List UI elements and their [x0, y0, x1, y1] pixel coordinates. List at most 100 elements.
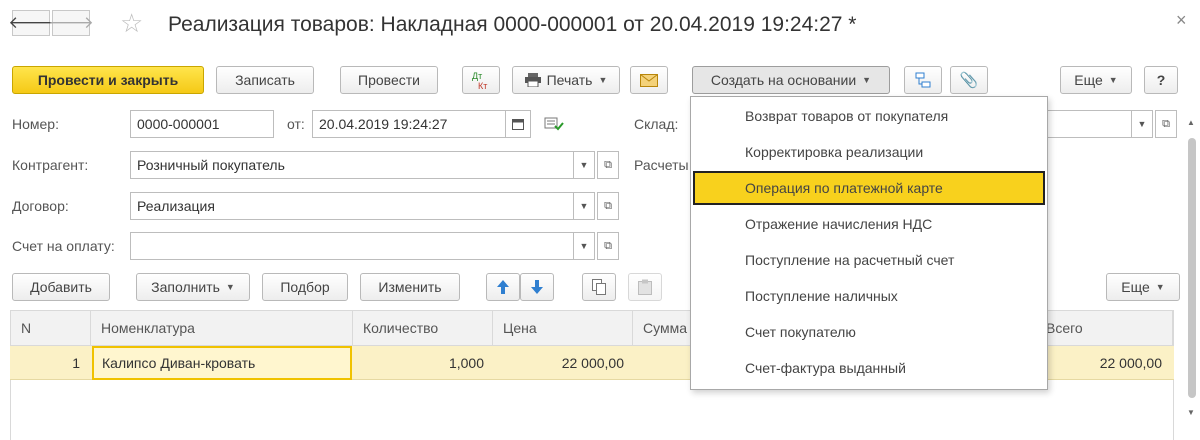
print-button[interactable]: Печать ▼	[512, 66, 620, 94]
row-quantity-cell[interactable]: 1,000	[356, 346, 484, 380]
column-header[interactable]: Цена	[493, 311, 633, 345]
dt-text: Дт	[472, 71, 482, 81]
copy-icon	[592, 279, 606, 295]
contract-field[interactable]: Реализация	[130, 192, 574, 220]
invoice-open-button[interactable]: ⧉	[597, 232, 619, 260]
contract-open-button[interactable]: ⧉	[597, 192, 619, 220]
chevron-down-icon: ▼	[1155, 282, 1165, 292]
warehouse-label: Склад:	[634, 116, 679, 132]
contract-dropdown-button[interactable]: ▼	[573, 192, 595, 220]
dt-kt-button[interactable]: Дт Кт	[462, 66, 500, 94]
open-icon: ⧉	[1162, 117, 1170, 130]
chevron-down-icon: ▼	[579, 160, 589, 170]
arrow-left-icon: 🡐	[8, 13, 54, 32]
table-more-label: Еще	[1121, 279, 1150, 295]
save-button[interactable]: Записать	[216, 66, 314, 94]
arrow-right-icon: 🡒	[48, 13, 94, 32]
invoice-dropdown-button[interactable]: ▼	[573, 232, 595, 260]
scroll-up-icon[interactable]: ▲	[1187, 118, 1195, 127]
calendar-button[interactable]	[505, 110, 531, 138]
create-based-on-label: Создать на основании	[710, 72, 857, 88]
table-more-button[interactable]: Еще ▼	[1106, 273, 1180, 301]
row-number: 1	[72, 355, 80, 371]
scroll-down-icon[interactable]: ▼	[1187, 408, 1195, 417]
move-down-button[interactable]	[520, 273, 554, 301]
structure-icon	[915, 72, 931, 88]
structure-button[interactable]	[904, 66, 942, 94]
more-label: Еще	[1074, 72, 1103, 88]
contract-label: Договор:	[12, 198, 69, 214]
envelope-icon	[640, 73, 658, 87]
forward-button[interactable]: 🡒	[48, 10, 94, 36]
invoice-label: Счет на оплату:	[12, 238, 115, 254]
kt-text: Кт	[478, 81, 487, 91]
counterparty-dropdown-button[interactable]: ▼	[573, 151, 595, 179]
date-field[interactable]: 20.04.2019 19:24:27	[312, 110, 506, 138]
row-total-cell[interactable]: 22 000,00	[1032, 346, 1162, 380]
menu-item-customer-invoice[interactable]: Счет покупателю	[693, 315, 1045, 349]
create-based-on-button[interactable]: Создать на основании ▼	[692, 66, 890, 94]
fill-label: Заполнить	[151, 279, 220, 295]
more-button[interactable]: Еще ▼	[1060, 66, 1132, 94]
star-icon[interactable]: ☆	[120, 8, 143, 38]
move-up-button[interactable]	[486, 273, 520, 301]
row-item-cell[interactable]: Калипсо Диван-кровать	[92, 346, 352, 380]
paperclip-icon: 📎	[959, 72, 979, 89]
warehouse-field[interactable]	[1048, 110, 1132, 138]
warehouse-dropdown-button[interactable]: ▼	[1131, 110, 1153, 138]
number-label: Номер:	[12, 116, 59, 132]
column-header[interactable]: Всего	[1033, 311, 1173, 345]
open-icon: ⧉	[604, 158, 612, 171]
help-button[interactable]: ?	[1144, 66, 1178, 94]
number-field[interactable]: 0000-000001	[130, 110, 274, 138]
edit-button[interactable]: Изменить	[360, 273, 460, 301]
menu-item-card-payment[interactable]: Операция по платежной карте	[693, 171, 1045, 205]
invoice-field[interactable]	[130, 232, 574, 260]
create-based-on-menu: Возврат товаров от покупателя Корректиро…	[690, 96, 1048, 390]
chevron-down-icon: ▼	[862, 75, 872, 85]
arrow-up-icon	[497, 280, 509, 294]
arrow-down-icon	[531, 280, 543, 294]
menu-item-sales-adjustment[interactable]: Корректировка реализации	[693, 135, 1045, 169]
back-button[interactable]: 🡐	[8, 10, 54, 36]
post-and-close-button[interactable]: Провести и закрыть	[12, 66, 204, 94]
column-header[interactable]: N	[11, 311, 91, 345]
window-title: Реализация товаров: Накладная 0000-00000…	[168, 13, 857, 36]
dt-kt-icon: Дт Кт	[472, 71, 487, 91]
close-icon[interactable]: ×	[1176, 10, 1187, 31]
menu-item-vat-accrual[interactable]: Отражение начисления НДС	[693, 207, 1045, 241]
pick-button[interactable]: Подбор	[262, 273, 348, 301]
menu-item-return-goods[interactable]: Возврат товаров от покупателя	[693, 99, 1045, 133]
column-header[interactable]: Количество	[353, 311, 493, 345]
column-header[interactable]: Номенклатура	[91, 311, 353, 345]
menu-item-issued-invoice[interactable]: Счет-фактура выданный	[693, 351, 1045, 385]
chevron-down-icon: ▼	[598, 75, 608, 85]
fill-button[interactable]: Заполнить ▼	[136, 273, 250, 301]
paste-icon	[638, 279, 652, 295]
scroll-thumb[interactable]	[1188, 138, 1196, 398]
menu-item-cash-receipt[interactable]: Поступление наличных	[693, 279, 1045, 313]
counterparty-open-button[interactable]: ⧉	[597, 151, 619, 179]
document-check-icon[interactable]	[544, 116, 564, 132]
copy-button[interactable]	[582, 273, 616, 301]
counterparty-field[interactable]: Розничный покупатель	[130, 151, 574, 179]
row-price-cell[interactable]: 22 000,00	[492, 346, 624, 380]
calendar-icon	[512, 119, 524, 130]
chevron-down-icon: ▼	[225, 282, 235, 292]
vertical-scrollbar[interactable]: ▲ ▼	[1186, 118, 1198, 428]
chevron-down-icon: ▼	[1108, 75, 1118, 85]
warehouse-open-button[interactable]: ⧉	[1155, 110, 1177, 138]
settlements-label: Расчеты	[634, 157, 689, 173]
chevron-down-icon: ▼	[1137, 119, 1147, 129]
paste-button[interactable]	[628, 273, 662, 301]
printer-icon	[524, 73, 541, 87]
date-label: от:	[287, 116, 305, 132]
open-icon: ⧉	[604, 239, 612, 252]
post-button[interactable]: Провести	[340, 66, 438, 94]
email-button[interactable]	[630, 66, 668, 94]
menu-item-bank-receipt[interactable]: Поступление на расчетный счет	[693, 243, 1045, 277]
chevron-down-icon: ▼	[579, 241, 589, 251]
attach-button[interactable]: 📎	[950, 66, 988, 94]
counterparty-label: Контрагент:	[12, 157, 89, 173]
add-button[interactable]: Добавить	[12, 273, 110, 301]
